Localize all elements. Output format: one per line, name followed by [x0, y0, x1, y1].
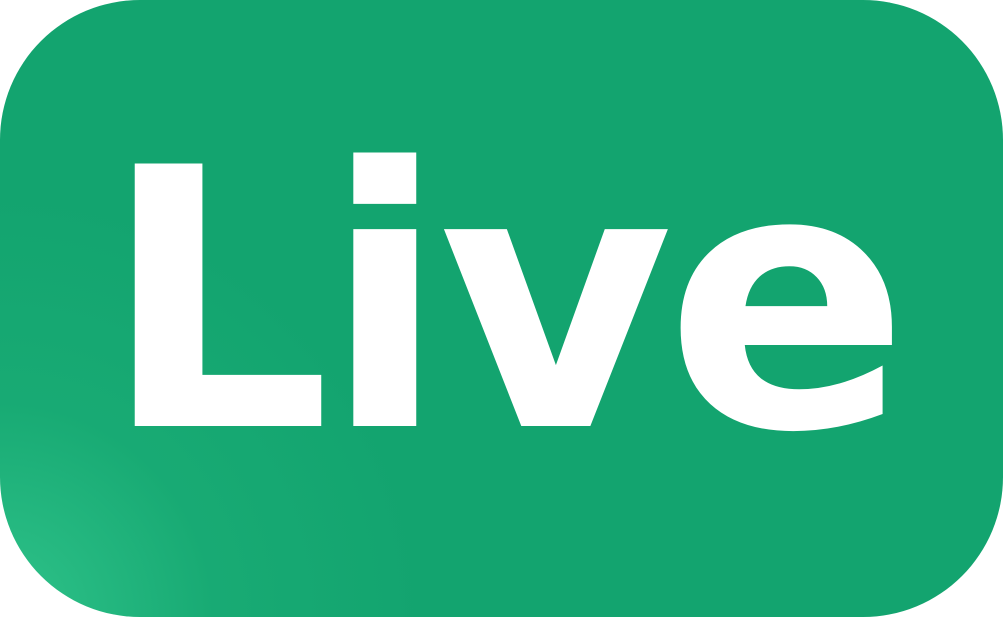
live-badge-label: Live — [101, 91, 910, 511]
live-badge: Live — [0, 0, 1003, 617]
